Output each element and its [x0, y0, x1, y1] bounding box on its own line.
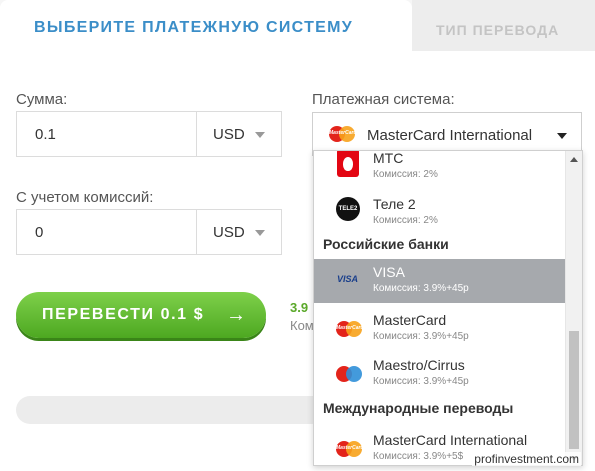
tab-bar: ВЫБЕРИТЕ ПЛАТЕЖНУЮ СИСТЕМУ ТИП ПЕРЕВОДА [0, 0, 595, 51]
amount-currency-select[interactable]: USD [197, 112, 281, 156]
option-fee: Комиссия: 2% [373, 169, 438, 180]
scroll-thumb[interactable] [569, 331, 579, 449]
option-fee: Комиссия: 3.9%+45р [373, 376, 469, 387]
amount-label: Сумма: [16, 91, 68, 108]
option-name: VISA [373, 264, 405, 280]
chevron-down-icon [557, 133, 567, 139]
chevron-down-icon [255, 230, 265, 236]
tab-transfer-type[interactable]: ТИП ПЕРЕВОДА [412, 0, 595, 51]
option-fee: Комиссия: 3.9%+5$ [373, 451, 464, 462]
commission-input[interactable]: 0 [17, 210, 197, 254]
payment-system-selected: MasterCard International [367, 127, 533, 144]
mastercard-icon: MasterCard [329, 126, 357, 142]
dropdown-scrollbar[interactable] [565, 151, 582, 465]
transfer-button[interactable]: ПЕРЕВЕСТИ 0.1 $ → [16, 292, 266, 338]
tele2-icon: TELE2 [336, 197, 360, 221]
payment-system-dropdown: МТС Комиссия: 2% TELE2 Теле 2 Комиссия: … [313, 150, 583, 466]
commission-currency-select[interactable]: USD [197, 210, 281, 254]
tab-transfer-type-label: ТИП ПЕРЕВОДА [436, 22, 560, 38]
amount-input[interactable]: 0.1 [17, 112, 197, 156]
group-russian-banks: Российские банки [323, 236, 449, 252]
mts-icon [337, 151, 359, 177]
fee-summary-label: Ком [290, 318, 314, 333]
option-name: МТС [373, 150, 404, 166]
option-fee: Комиссия: 3.9%+45р [373, 283, 469, 294]
tab-payment-system[interactable]: ВЫБЕРИТЕ ПЛАТЕЖНУЮ СИСТЕМУ [0, 0, 412, 51]
option-tele2[interactable]: TELE2 Теле 2 Комиссия: 2% [314, 191, 567, 235]
chevron-down-icon [255, 132, 265, 138]
fee-summary-value: 3.9 [290, 300, 309, 315]
maestro-icon [336, 366, 362, 382]
payment-system-label: Платежная система: [312, 91, 455, 108]
progress-track [16, 396, 326, 424]
mastercard-icon: MasterCard [336, 321, 364, 337]
mastercard-icon: MasterCard [336, 441, 364, 457]
group-international: Международные переводы [323, 400, 514, 416]
option-mastercard[interactable]: MasterCard MasterCard Комиссия: 3.9%+45р [314, 307, 567, 351]
option-fee: Комиссия: 2% [373, 215, 438, 226]
amount-currency-value: USD [213, 126, 245, 143]
option-fee: Комиссия: 3.9%+45р [373, 331, 469, 342]
amount-field: 0.1 USD [16, 111, 282, 157]
commission-label: С учетом комиссий: [16, 189, 154, 206]
option-maestro[interactable]: Maestro/Cirrus Комиссия: 3.9%+45р [314, 352, 567, 396]
commission-currency-value: USD [213, 224, 245, 241]
option-mts[interactable]: МТС Комиссия: 2% [314, 150, 567, 189]
option-visa[interactable]: VISA VISA Комиссия: 3.9%+45р [314, 259, 567, 303]
scroll-up-icon[interactable] [570, 157, 578, 162]
visa-icon: VISA [337, 274, 359, 284]
watermark: profinvestment.com [472, 452, 581, 466]
tab-payment-system-label: ВЫБЕРИТЕ ПЛАТЕЖНУЮ СИСТЕМУ [34, 19, 354, 36]
option-name: Maestro/Cirrus [373, 357, 465, 373]
option-name: MasterCard [373, 312, 447, 328]
commission-field: 0 USD [16, 209, 282, 255]
arrow-right-icon: → [226, 304, 246, 326]
option-name: Теле 2 [373, 196, 416, 212]
transfer-button-label: ПЕРЕВЕСТИ 0.1 $ [42, 306, 205, 323]
option-name: MasterCard International [373, 432, 528, 448]
